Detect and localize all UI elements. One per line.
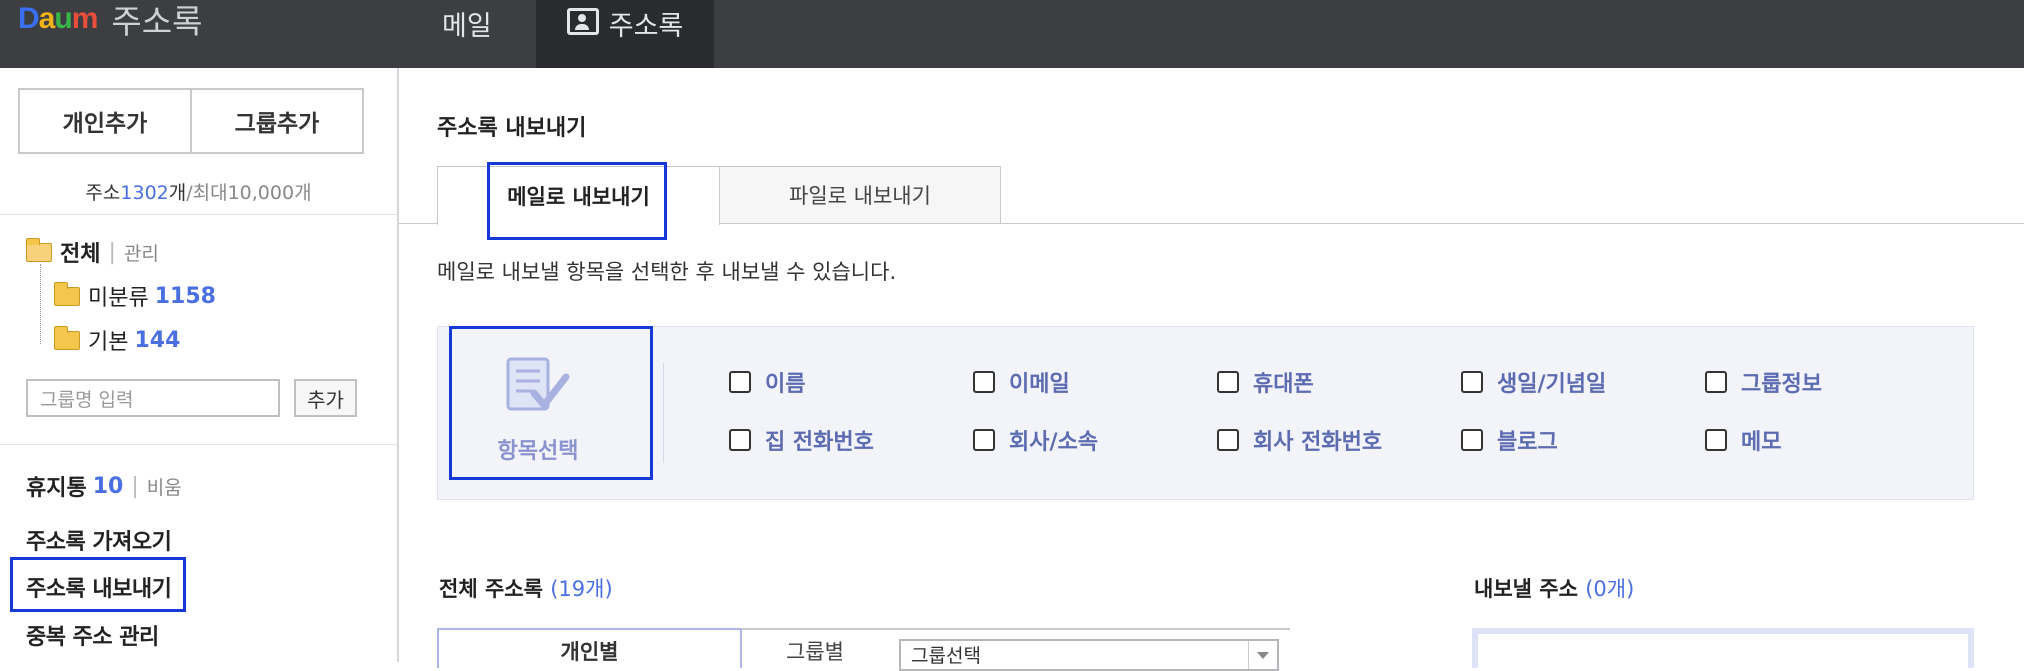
tab-export-file[interactable]: 파일로 내보내기 <box>719 166 1001 224</box>
option-birthday[interactable]: 생일/기념일 <box>1461 366 1606 398</box>
export-list-box <box>1472 628 1974 668</box>
manage-link[interactable]: 관리 <box>124 239 159 266</box>
nav-tab-addressbook[interactable]: 주소록 <box>536 0 714 68</box>
empty-trash-link[interactable]: 비움 <box>147 473 182 500</box>
description-text: 메일로 내보낼 항목을 선택한 후 내보낼 수 있습니다. <box>437 260 897 284</box>
all-list-title: 전체 주소록 (19개) <box>439 577 613 601</box>
divider <box>0 444 397 445</box>
divider <box>742 628 1290 630</box>
tree-line <box>40 264 41 344</box>
group-select[interactable]: 그룹선택 <box>899 639 1279 671</box>
add-button-group: 개인추가 그룹추가 <box>18 88 364 154</box>
checkbox[interactable] <box>1461 371 1483 393</box>
trash-count: 10 <box>92 473 124 499</box>
field-select-panel: 항목선택 이름 이메일 휴대폰 생일/기념일 그룹정보 집 전화번호 회사/소속… <box>437 326 1974 500</box>
group-add-button[interactable]: 추가 <box>294 379 357 417</box>
logo[interactable]: Daum 주소록 <box>18 0 202 41</box>
trash[interactable]: 휴지통 10 | 비움 <box>26 470 182 502</box>
open-folder-icon <box>26 237 52 262</box>
app-title: 주소록 <box>111 2 203 41</box>
option-work-phone[interactable]: 회사 전화번호 <box>1217 424 1382 456</box>
option-company[interactable]: 회사/소속 <box>973 424 1098 456</box>
folder-icon <box>54 281 80 306</box>
checkbox[interactable] <box>1705 429 1727 451</box>
main-content: 주소록 내보내기 메일로 내보내기 파일로 내보내기 메일로 내보낼 항목을 선… <box>399 68 2024 671</box>
add-group-button[interactable]: 그룹추가 <box>192 90 362 152</box>
all-list-count: (19개) <box>550 577 613 601</box>
checkbox[interactable] <box>1461 429 1483 451</box>
folder-icon <box>54 325 80 350</box>
tree-all[interactable]: 전체 | 관리 <box>26 236 159 268</box>
option-email[interactable]: 이메일 <box>973 366 1070 398</box>
tree-all-label: 전체 <box>60 242 101 267</box>
option-blog[interactable]: 블로그 <box>1461 424 1558 456</box>
chevron-down-icon[interactable] <box>1248 641 1277 669</box>
add-person-button[interactable]: 개인추가 <box>20 90 192 152</box>
tab-by-person[interactable]: 개인별 <box>437 628 742 668</box>
highlight-box <box>449 326 653 480</box>
duplicate-manage-link[interactable]: 중복 주소 관리 <box>26 619 159 651</box>
tree-group-item[interactable]: 미분류 1158 <box>54 280 216 312</box>
checkbox[interactable] <box>1217 371 1239 393</box>
option-mobile[interactable]: 휴대폰 <box>1217 366 1314 398</box>
address-count: 주소1302개/최대10,000개 <box>85 182 312 204</box>
export-list-count: (0개) <box>1585 577 1635 601</box>
nav-tab-addressbook-label: 주소록 <box>608 11 684 42</box>
option-name[interactable]: 이름 <box>729 366 805 398</box>
group-name-input[interactable]: 그룹명 입력 <box>26 379 280 417</box>
highlight-box <box>10 557 186 612</box>
checkbox[interactable] <box>973 429 995 451</box>
divider <box>0 214 397 215</box>
checkbox[interactable] <box>1705 371 1727 393</box>
divider <box>663 363 664 463</box>
import-link[interactable]: 주소록 가져오기 <box>26 524 172 556</box>
nav-tab-mail[interactable]: 메일 <box>442 0 492 68</box>
page-title: 주소록 내보내기 <box>437 116 587 141</box>
checkbox[interactable] <box>729 429 751 451</box>
top-bar: Daum 주소록 메일 주소록 <box>0 0 2024 68</box>
checkbox[interactable] <box>729 371 751 393</box>
sidebar: 개인추가 그룹추가 주소1302개/최대10,000개 전체 | 관리 미분류 … <box>0 68 399 662</box>
contact-card-icon <box>566 8 599 35</box>
daum-logo: Daum <box>18 2 98 35</box>
option-memo[interactable]: 메모 <box>1705 424 1781 456</box>
export-list-title: 내보낼 주소 (0개) <box>1474 577 1635 601</box>
tree-group-item[interactable]: 기본 144 <box>54 324 180 356</box>
checkbox[interactable] <box>973 371 995 393</box>
highlight-box <box>487 162 667 240</box>
option-home-phone[interactable]: 집 전화번호 <box>729 424 874 456</box>
checkbox[interactable] <box>1217 429 1239 451</box>
option-group-info[interactable]: 그룹정보 <box>1705 366 1822 398</box>
trash-label: 휴지통 <box>26 476 87 501</box>
